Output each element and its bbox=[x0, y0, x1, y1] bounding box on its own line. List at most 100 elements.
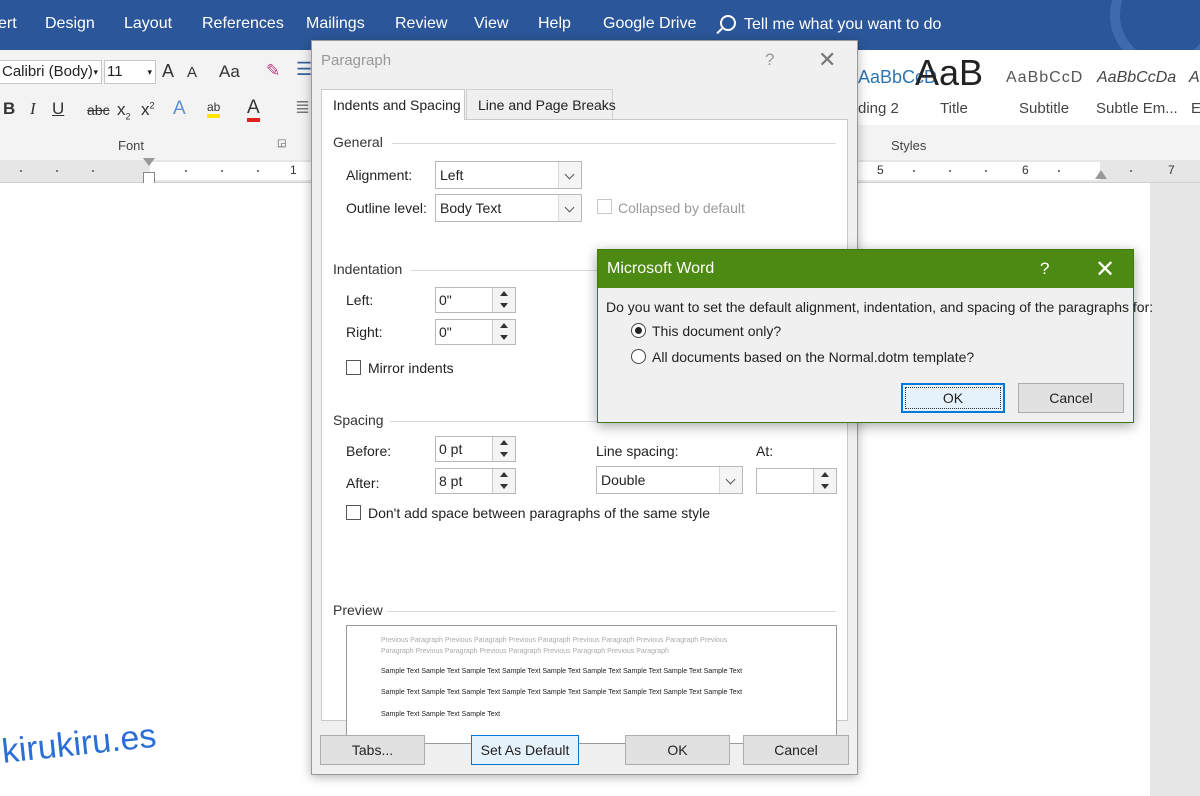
section-divider bbox=[387, 611, 836, 612]
tab-mailings[interactable]: Mailings bbox=[306, 15, 365, 33]
outline-level-value: Body Text bbox=[440, 200, 502, 216]
style-subtitle-preview[interactable]: AaBbCcD bbox=[1006, 69, 1083, 87]
highlight-icon[interactable]: ab bbox=[207, 100, 221, 118]
shrink-font-button[interactable]: A bbox=[187, 64, 197, 81]
confirm-title: Microsoft Word bbox=[607, 260, 715, 277]
set-as-default-button[interactable]: Set As Default bbox=[471, 735, 579, 765]
tell-me-text: Tell me what you want to do bbox=[744, 16, 942, 33]
confirm-titlebar: Microsoft Word ? ✕ bbox=[598, 250, 1133, 288]
right-indent-marker[interactable] bbox=[1095, 170, 1107, 179]
change-case-button[interactable]: Aa bbox=[219, 62, 240, 82]
styles-gallery: AaBbCcD ding 2 AaB Title AaBbCcD Subtitl… bbox=[858, 50, 1200, 125]
tab-line-and-page-breaks[interactable]: Line and Page Breaks bbox=[466, 89, 616, 119]
bold-button[interactable]: B bbox=[3, 99, 15, 119]
tab-insert[interactable]: ert bbox=[0, 15, 17, 33]
ruler-tick bbox=[92, 170, 94, 172]
spinner-buttons bbox=[492, 320, 515, 344]
ruler-tick bbox=[185, 170, 187, 172]
all-documents-label: All documents based on the Normal.dotm t… bbox=[652, 349, 975, 365]
after-label: After: bbox=[346, 475, 380, 491]
superscript-button[interactable]: x2 bbox=[141, 100, 155, 120]
spacing-before-value: 0 pt bbox=[439, 441, 463, 457]
this-document-label: This document only? bbox=[652, 323, 782, 339]
tab-references[interactable]: References bbox=[202, 15, 284, 33]
font-name-box[interactable]: Calibri (Body) ▾ bbox=[0, 60, 102, 84]
cancel-button[interactable]: Cancel bbox=[743, 735, 849, 765]
underline-button[interactable]: U bbox=[52, 99, 64, 119]
alignment-value: Left bbox=[440, 167, 464, 183]
ruler-number: 7 bbox=[1168, 163, 1175, 177]
style-emphasis-preview[interactable]: A bbox=[1189, 69, 1200, 87]
tell-me-box[interactable]: Tell me what you want to do bbox=[720, 15, 941, 34]
ruler-number: 1 bbox=[290, 163, 297, 177]
line-spacing-select[interactable]: Double bbox=[596, 466, 743, 494]
mirror-indents-label: Mirror indents bbox=[368, 360, 454, 376]
collapsed-checkbox[interactable] bbox=[597, 199, 612, 214]
spacing-after-value: 8 pt bbox=[439, 473, 463, 489]
preview-sample-line: Sample Text Sample Text Sample Text Samp… bbox=[381, 689, 743, 696]
subscript-button[interactable]: x2 bbox=[117, 100, 131, 121]
tabs-button[interactable]: Tabs... bbox=[320, 735, 425, 765]
spin-down-icon[interactable] bbox=[493, 481, 515, 493]
dont-add-space-checkbox[interactable] bbox=[346, 505, 361, 520]
tab-help[interactable]: Help bbox=[538, 15, 571, 33]
spacing-before-spinner[interactable]: 0 pt bbox=[435, 436, 516, 462]
clear-formatting-icon[interactable]: ✎ bbox=[266, 61, 280, 81]
font-size-dropdown-icon: ▾ bbox=[147, 67, 152, 77]
ruler-tick bbox=[949, 170, 951, 172]
alignment-select[interactable]: Left bbox=[435, 161, 582, 189]
style-heading2-name: ding 2 bbox=[858, 100, 899, 117]
outline-level-select[interactable]: Body Text bbox=[435, 194, 582, 222]
ok-button[interactable]: OK bbox=[625, 735, 730, 765]
grow-font-button[interactable]: A bbox=[162, 61, 174, 82]
confirm-question: Do you want to set the default alignment… bbox=[606, 299, 1154, 315]
spin-down-icon[interactable] bbox=[493, 300, 515, 312]
close-button[interactable]: ✕ bbox=[818, 47, 836, 73]
spacing-after-spinner[interactable]: 8 pt bbox=[435, 468, 516, 494]
tab-design[interactable]: Design bbox=[45, 15, 95, 33]
line-spacing-value: Double bbox=[601, 472, 646, 488]
right-indent-spinner[interactable]: 0" bbox=[435, 319, 516, 345]
spin-down-icon[interactable] bbox=[493, 332, 515, 344]
mirror-indents-checkbox[interactable] bbox=[346, 360, 361, 375]
spinner-buttons bbox=[492, 437, 515, 461]
font-color-button[interactable]: A bbox=[247, 98, 260, 122]
font-size-box[interactable]: 11 ▾ bbox=[104, 60, 156, 84]
chevron-down-icon bbox=[719, 467, 742, 493]
spin-down-icon[interactable] bbox=[493, 449, 515, 461]
help-button[interactable]: ? bbox=[1040, 259, 1049, 279]
tab-indents-and-spacing[interactable]: Indents and Spacing bbox=[321, 89, 465, 120]
close-button[interactable]: ✕ bbox=[1095, 255, 1115, 284]
bullets-icon[interactable]: ☰ bbox=[296, 59, 312, 80]
at-spinner[interactable] bbox=[756, 468, 837, 494]
font-dialog-launcher-icon[interactable]: ◲ bbox=[277, 138, 286, 149]
dont-add-space-label: Don't add space between paragraphs of th… bbox=[368, 505, 710, 521]
tab-layout[interactable]: Layout bbox=[124, 15, 172, 33]
at-label: At: bbox=[756, 443, 774, 459]
align-icon[interactable]: ≣ bbox=[295, 97, 310, 118]
ruler-tick bbox=[913, 170, 915, 172]
ruler-tick bbox=[20, 170, 22, 172]
style-subtle-emphasis-preview[interactable]: AaBbCcDa bbox=[1097, 69, 1176, 87]
spinner-buttons bbox=[492, 288, 515, 312]
tab-view[interactable]: View bbox=[474, 15, 508, 33]
text-effects-icon[interactable]: A bbox=[173, 98, 186, 120]
spin-down-icon[interactable] bbox=[814, 481, 836, 493]
tab-google-drive[interactable]: Google Drive bbox=[603, 15, 696, 33]
confirm-ok-button[interactable]: OK bbox=[901, 383, 1005, 413]
first-line-indent-marker[interactable] bbox=[143, 158, 155, 166]
all-documents-radio[interactable] bbox=[631, 349, 646, 364]
ruler-tick bbox=[1130, 170, 1132, 172]
style-title-preview[interactable]: AaB bbox=[915, 52, 983, 94]
spacing-header: Spacing bbox=[333, 412, 384, 428]
preview-previous-line: Previous Paragraph Previous Paragraph Pr… bbox=[381, 637, 728, 644]
left-indent-spinner[interactable]: 0" bbox=[435, 287, 516, 313]
confirm-cancel-button[interactable]: Cancel bbox=[1018, 383, 1124, 413]
preview-sample-line: Sample Text Sample Text Sample Text Samp… bbox=[381, 668, 743, 675]
tab-review[interactable]: Review bbox=[395, 15, 447, 33]
italic-button[interactable]: I bbox=[30, 99, 36, 119]
strikethrough-button[interactable]: abc bbox=[87, 102, 110, 118]
right-indent-label: Right: bbox=[346, 324, 383, 340]
this-document-radio[interactable] bbox=[631, 323, 646, 338]
help-button[interactable]: ? bbox=[765, 50, 774, 70]
